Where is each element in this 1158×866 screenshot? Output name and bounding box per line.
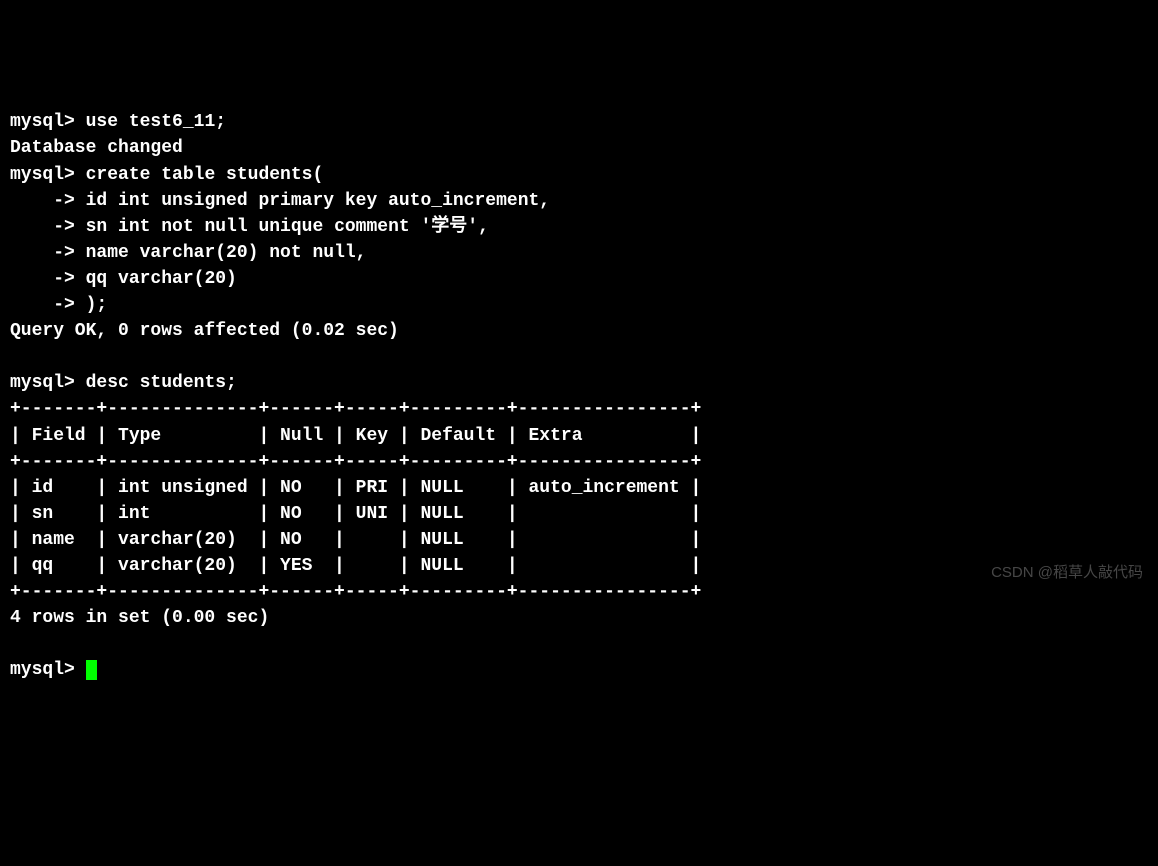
msg-query-ok: Query OK, 0 rows affected (0.02 sec) [10,321,399,341]
cont-prompt: -> [10,217,75,237]
cmd-create-l6: ); [86,295,108,315]
table-row: | sn | int | NO | UNI | NULL | | [10,504,701,524]
cont-prompt: -> [10,269,75,289]
cont-prompt: -> [10,191,75,211]
terminal-output: mysql> use test6_11; Database changed my… [10,109,1148,683]
table-border: +-------+--------------+------+-----+---… [10,452,701,472]
prompt: mysql> [10,165,75,185]
cmd-create-l1: create table students( [86,165,324,185]
cmd-create-l4: name varchar(20) not null, [86,243,367,263]
prompt: mysql> [10,112,75,132]
cmd-create-l3: sn int not null unique comment '学号', [86,217,489,237]
cursor[interactable] [86,660,97,680]
msg-rows: 4 rows in set (0.00 sec) [10,608,269,628]
table-header: | Field | Type | Null | Key | Default | … [10,426,701,446]
table-border: +-------+--------------+------+-----+---… [10,399,701,419]
cont-prompt: -> [10,295,75,315]
table-row: | name | varchar(20) | NO | | NULL | | [10,530,701,550]
table-border: +-------+--------------+------+-----+---… [10,582,701,602]
cmd-create-l2: id int unsigned primary key auto_increme… [86,191,550,211]
msg-db-changed: Database changed [10,138,183,158]
prompt: mysql> [10,373,75,393]
table-row: | qq | varchar(20) | YES | | NULL | | [10,556,701,576]
cont-prompt: -> [10,243,75,263]
table-row: | id | int unsigned | NO | PRI | NULL | … [10,478,701,498]
prompt: mysql> [10,660,75,680]
watermark: CSDN @稻草人敲代码 [991,562,1143,584]
cmd-create-l5: qq varchar(20) [86,269,237,289]
cmd-desc: desc students; [86,373,237,393]
cmd-use: use test6_11; [86,112,226,132]
